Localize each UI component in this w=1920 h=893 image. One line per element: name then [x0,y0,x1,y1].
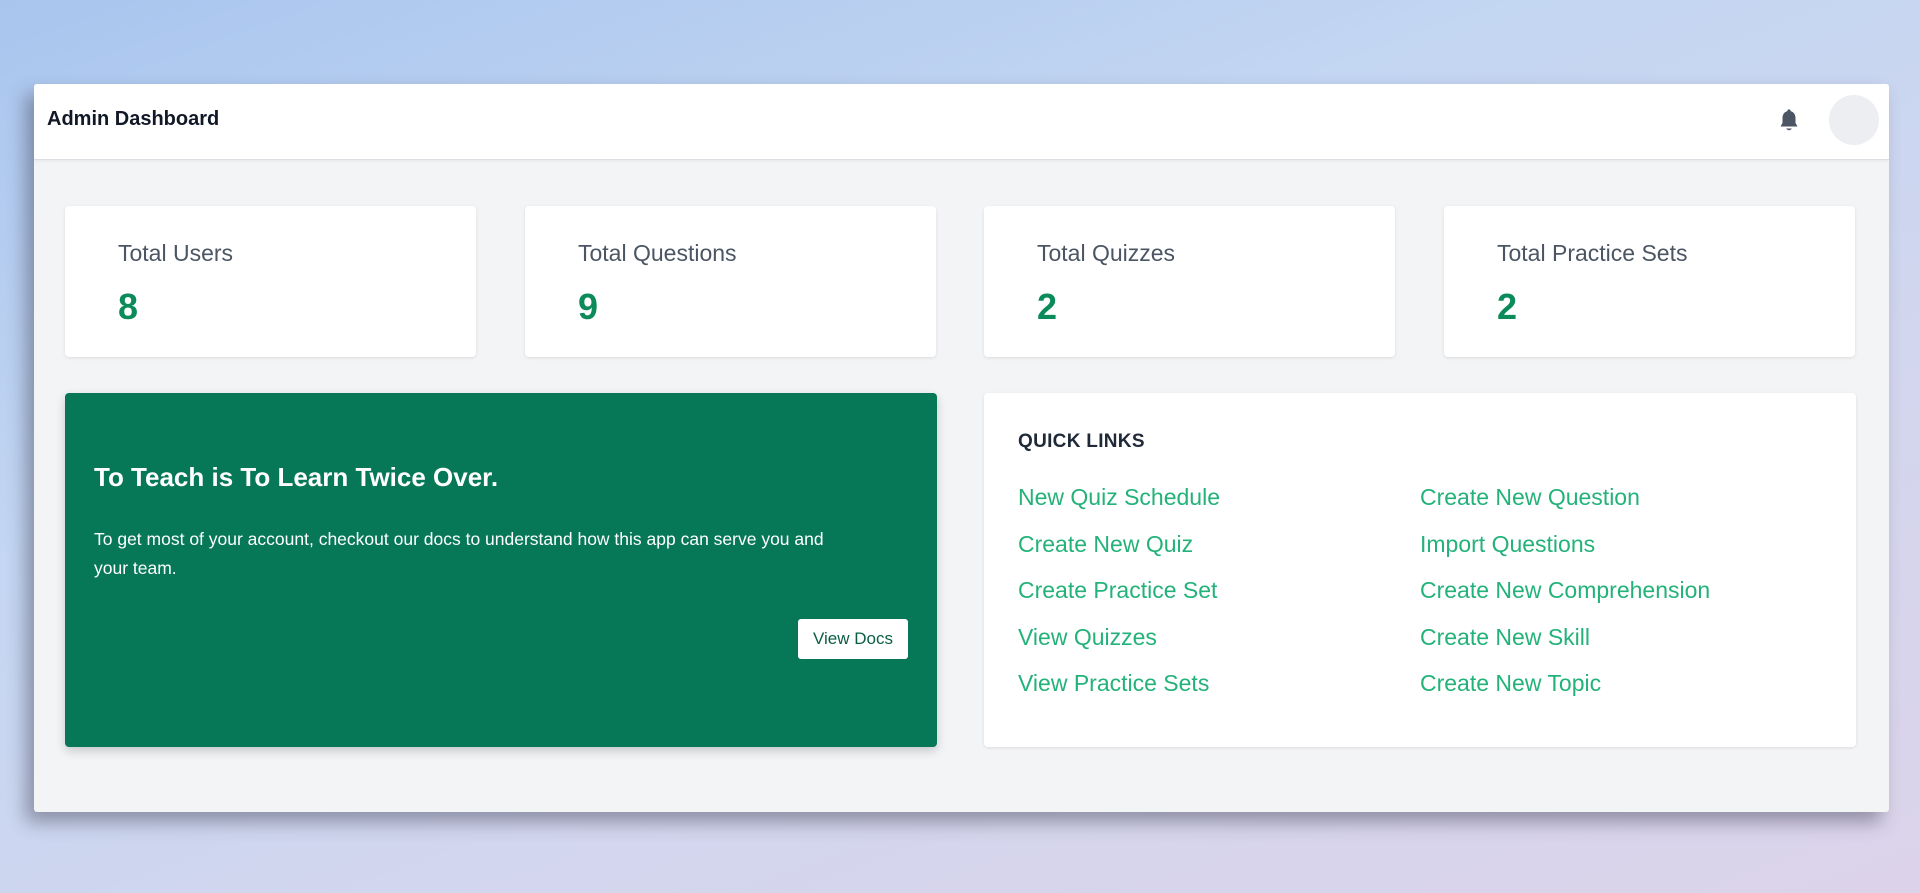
stat-value: 9 [578,286,599,327]
link-create-new-topic[interactable]: Create New Topic [1420,670,1601,697]
quick-links-title: QUICK LINKS [1018,431,1145,452]
link-create-new-skill[interactable]: Create New Skill [1420,624,1590,651]
view-docs-button[interactable]: View Docs [798,619,908,659]
stat-card-total-practice-sets: Total Practice Sets 2 [1444,206,1855,357]
stat-label: Total Users [118,240,234,266]
avatar[interactable] [1829,95,1879,145]
stat-card-total-quizzes: Total Quizzes 2 [984,206,1395,357]
top-navbar: Admin Dashboard [34,84,1889,160]
promo-description: To get most of your account, checkout ou… [94,529,824,578]
stat-label: Total Questions [578,240,737,266]
stat-card-total-questions: Total Questions 9 [525,206,936,357]
app-window: Admin Dashboard Total Users 8 Total Ques… [34,84,1889,812]
stat-card-total-users: Total Users 8 [65,206,476,357]
link-import-questions[interactable]: Import Questions [1420,531,1595,558]
quick-links-card: QUICK LINKS New Quiz Schedule Create New… [984,393,1856,747]
link-new-quiz-schedule[interactable]: New Quiz Schedule [1018,484,1220,511]
promo-heading: To Teach is To Learn Twice Over. [94,462,499,492]
link-create-new-comprehension[interactable]: Create New Comprehension [1420,577,1710,604]
stat-value: 2 [1037,286,1058,327]
link-create-practice-set[interactable]: Create Practice Set [1018,577,1217,604]
link-view-practice-sets[interactable]: View Practice Sets [1018,670,1209,697]
link-create-new-question[interactable]: Create New Question [1420,484,1640,511]
bell-icon-glyph [1780,109,1798,131]
stat-label: Total Quizzes [1037,240,1176,266]
stat-value: 8 [118,286,139,327]
bell-icon[interactable] [1774,106,1804,136]
page-title: Admin Dashboard [47,108,220,130]
docs-promo-card: To Teach is To Learn Twice Over. To get … [65,393,937,747]
link-create-new-quiz[interactable]: Create New Quiz [1018,531,1193,558]
stat-value: 2 [1497,286,1518,327]
link-view-quizzes[interactable]: View Quizzes [1018,624,1157,651]
stat-label: Total Practice Sets [1497,240,1688,266]
